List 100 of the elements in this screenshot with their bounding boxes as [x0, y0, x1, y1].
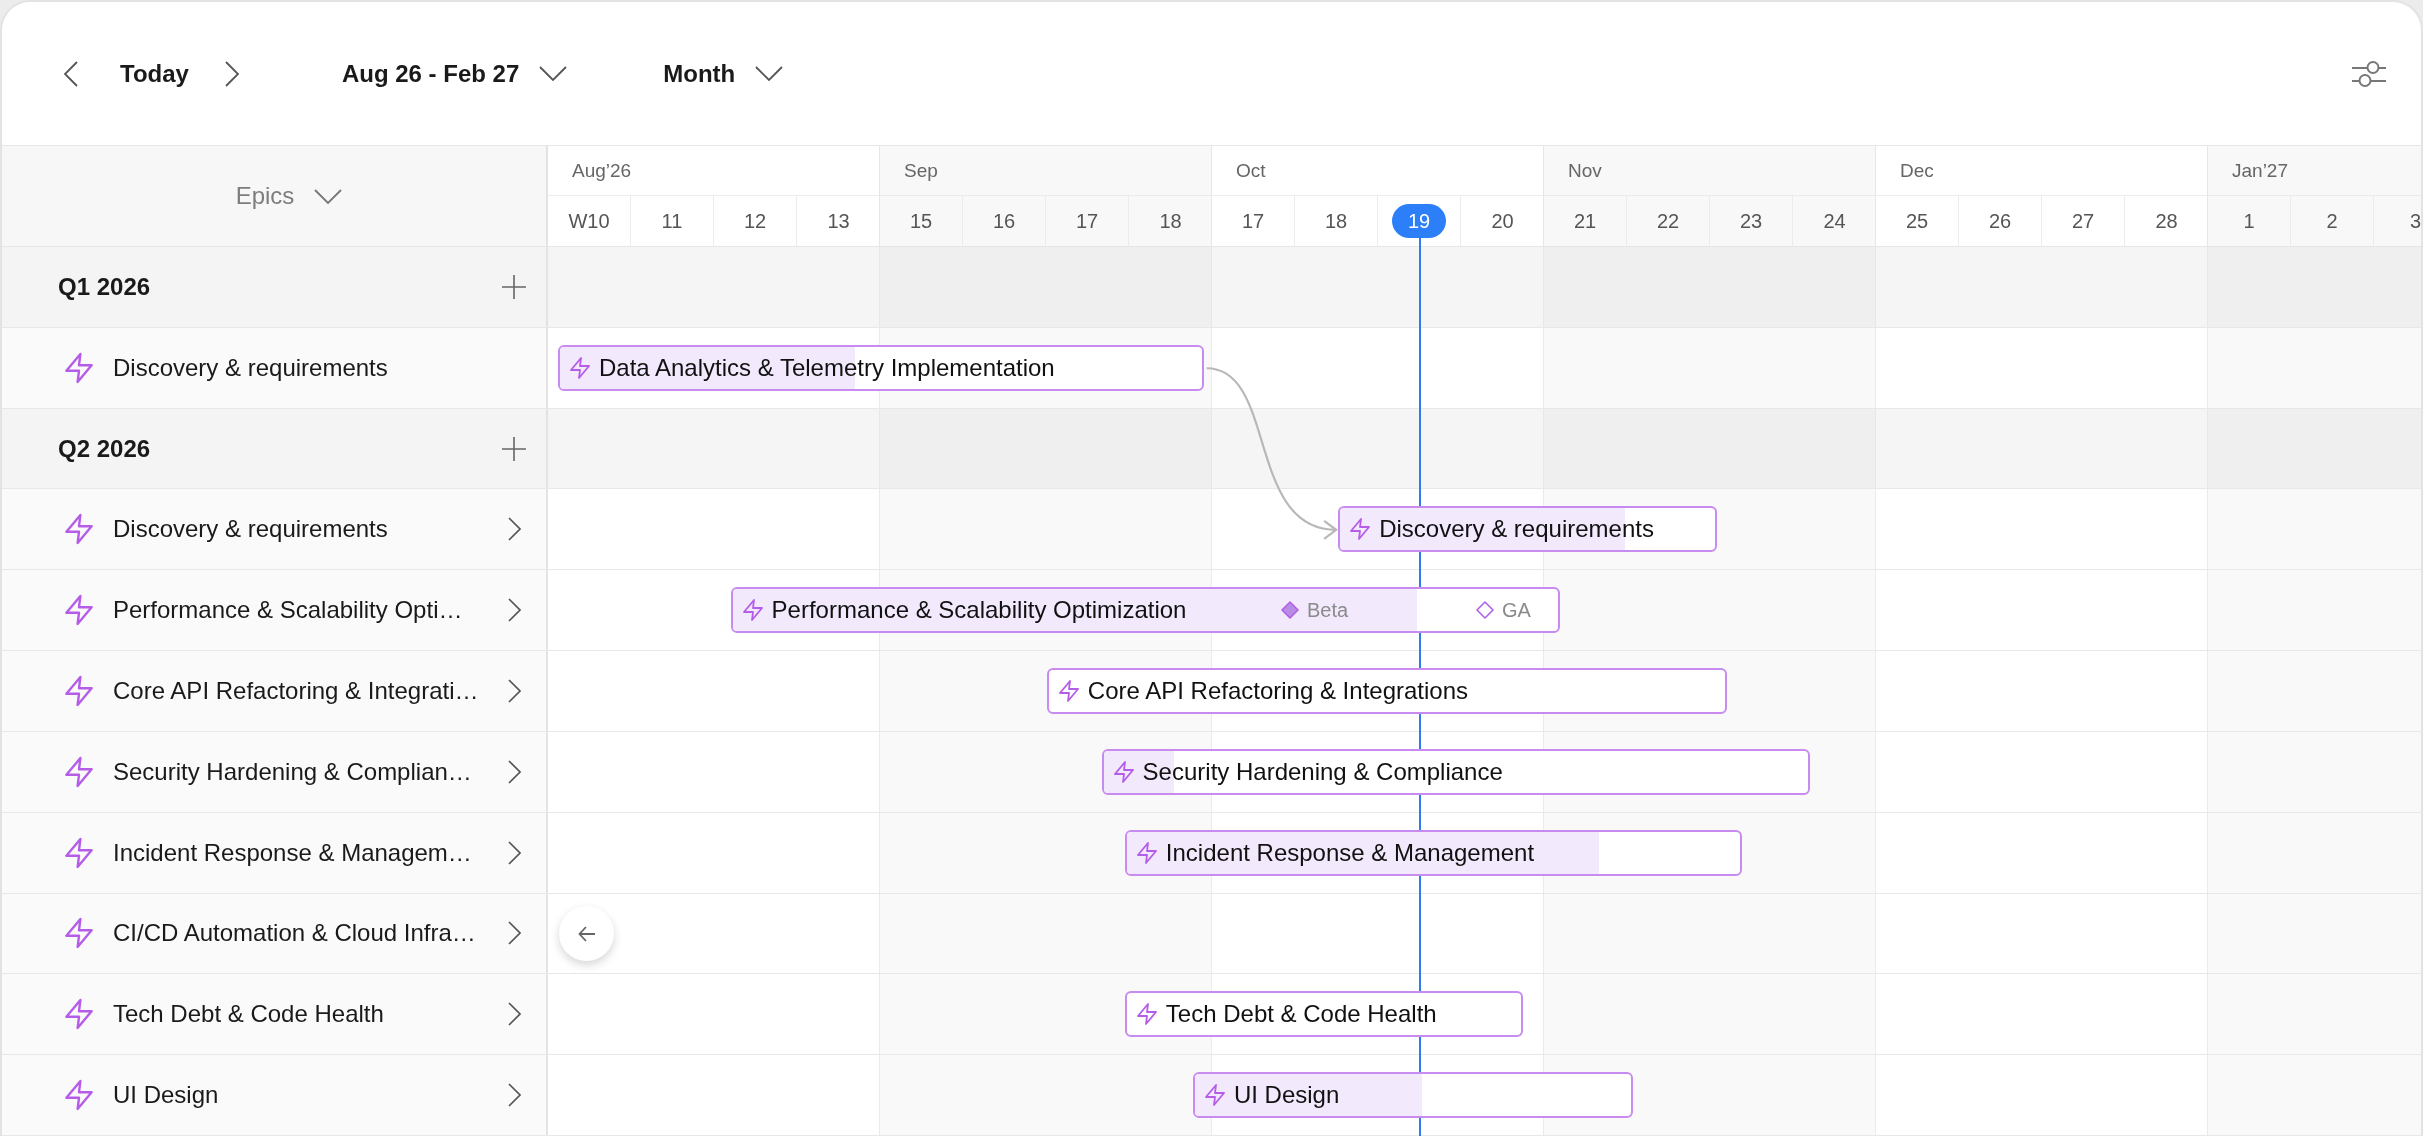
epic-bar[interactable]: UI Design — [1192, 1072, 1633, 1119]
week-label: 23 — [1739, 209, 1763, 234]
add-button[interactable] — [502, 274, 526, 299]
month-label: Nov — [1568, 159, 1602, 182]
chevron-right-icon — [508, 1083, 521, 1108]
week-label: 18 — [1159, 209, 1182, 234]
chevron-right-icon — [508, 517, 521, 542]
month-label: Sep — [904, 159, 938, 182]
chevron-right-icon — [508, 759, 521, 784]
bolt-icon — [65, 594, 93, 627]
expand-button[interactable] — [508, 759, 521, 784]
expand-button[interactable] — [508, 598, 521, 623]
epic-bar[interactable]: Core API Refactoring & Integrations — [1046, 667, 1727, 714]
epic-title: Discovery & requirements — [113, 515, 388, 544]
bar-label: Data Analytics & Telemetry Implementation — [598, 353, 1055, 382]
epic-bar[interactable]: Tech Debt & Code Health — [1124, 991, 1524, 1038]
bolt-icon — [1136, 840, 1157, 865]
epic-title: Performance & Scalability Opti… — [113, 596, 463, 625]
date-range-dropdown[interactable]: Aug 26 - Feb 27 — [341, 59, 568, 88]
expand-button[interactable] — [508, 1083, 521, 1108]
bolt-icon — [65, 917, 93, 950]
plus-icon — [502, 274, 526, 299]
month-label: Dec — [1900, 159, 1934, 182]
arrow-left-icon — [577, 925, 596, 942]
month-label: Jan’27 — [2232, 159, 2288, 182]
week-label: 27 — [2071, 209, 2095, 234]
week-label: 16 — [992, 209, 1016, 234]
week-label: 12 — [743, 209, 767, 234]
chevron-right-icon — [508, 840, 521, 865]
group-by-dropdown[interactable]: Epics — [235, 182, 343, 210]
previous-button[interactable] — [64, 60, 78, 87]
epic-bar[interactable]: Security Hardening & Compliance — [1101, 748, 1810, 795]
bolt-icon — [65, 351, 93, 384]
chevron-right-icon — [508, 598, 521, 623]
epic-title: CI/CD Automation & Cloud Infra… — [113, 919, 476, 948]
week-label: 19 — [1391, 204, 1447, 238]
today-button[interactable]: Today — [120, 59, 189, 88]
milestone-label: Beta — [1307, 598, 1349, 622]
chevron-right-icon — [508, 921, 521, 946]
bolt-icon — [1350, 517, 1371, 542]
next-button[interactable] — [224, 60, 239, 87]
bolt-icon — [742, 598, 763, 623]
chevron-right-icon — [508, 1002, 521, 1027]
week-label: 15 — [909, 209, 933, 234]
bolt-icon — [65, 1079, 93, 1112]
group-title: Q2 2026 — [58, 434, 151, 463]
bolt-icon — [65, 513, 93, 546]
chevron-down-icon — [755, 66, 784, 81]
week-label: 18 — [1324, 209, 1348, 234]
epic-title: Discovery & requirements — [113, 353, 388, 382]
epic-title: UI Design — [113, 1081, 219, 1110]
chevron-left-icon — [64, 60, 78, 87]
bolt-icon — [1113, 759, 1134, 784]
epic-title: Core API Refactoring & Integrati… — [113, 676, 479, 705]
expand-button[interactable] — [508, 1002, 521, 1027]
expand-button[interactable] — [508, 921, 521, 946]
expand-button[interactable] — [508, 678, 521, 703]
epic-bar[interactable]: Performance & Scalability Optimization Beta GA — [730, 587, 1560, 634]
month-label: Aug’26 — [572, 159, 632, 182]
bar-label: Security Hardening & Compliance — [1142, 757, 1503, 786]
expand-button[interactable] — [508, 840, 521, 865]
plus-icon — [502, 436, 526, 461]
bolt-icon — [1136, 1002, 1157, 1027]
week-label: 20 — [1491, 209, 1514, 234]
chevron-right-icon — [508, 678, 521, 703]
week-label: 25 — [1905, 209, 1929, 234]
expand-button[interactable] — [508, 517, 521, 542]
bar-label: Discovery & requirements — [1379, 515, 1654, 544]
bolt-icon — [65, 674, 93, 707]
week-label: 11 — [661, 209, 683, 234]
chevron-down-icon — [539, 66, 568, 81]
epic-bar[interactable]: Discovery & requirements — [1338, 506, 1717, 553]
bolt-icon — [65, 755, 93, 788]
sliders-icon — [2352, 59, 2386, 88]
week-label: 21 — [1573, 209, 1597, 234]
week-label: 22 — [1656, 209, 1680, 234]
month-label: Oct — [1236, 159, 1266, 182]
milestone-label: GA — [1502, 598, 1531, 622]
bolt-icon — [65, 836, 93, 869]
week-label: 24 — [1823, 209, 1846, 234]
bar-label: Incident Response & Management — [1165, 838, 1535, 867]
week-label: 26 — [1988, 209, 2012, 234]
bolt-icon — [1204, 1083, 1225, 1108]
epic-title: Security Hardening & Complian… — [113, 757, 472, 786]
epic-title: Incident Response & Managem… — [113, 838, 472, 867]
epic-bar[interactable]: Data Analytics & Telemetry Implementation — [557, 344, 1204, 391]
view-options-button[interactable] — [2352, 59, 2386, 88]
bar-label: Core API Refactoring & Integrations — [1087, 676, 1469, 705]
week-label: 2 — [2326, 209, 2338, 234]
week-label: 17 — [1241, 209, 1265, 234]
time-scale-dropdown[interactable]: Month — [663, 59, 784, 88]
week-label: 13 — [827, 209, 850, 234]
chevron-right-icon — [224, 60, 239, 87]
epic-bar[interactable]: Incident Response & Management — [1124, 829, 1743, 876]
week-label: 1 — [2243, 209, 2255, 234]
week-label: 28 — [2155, 209, 2178, 234]
week-label: 17 — [1075, 209, 1099, 234]
bolt-icon — [65, 998, 93, 1031]
add-button[interactable] — [502, 436, 526, 461]
bolt-icon — [569, 355, 590, 380]
